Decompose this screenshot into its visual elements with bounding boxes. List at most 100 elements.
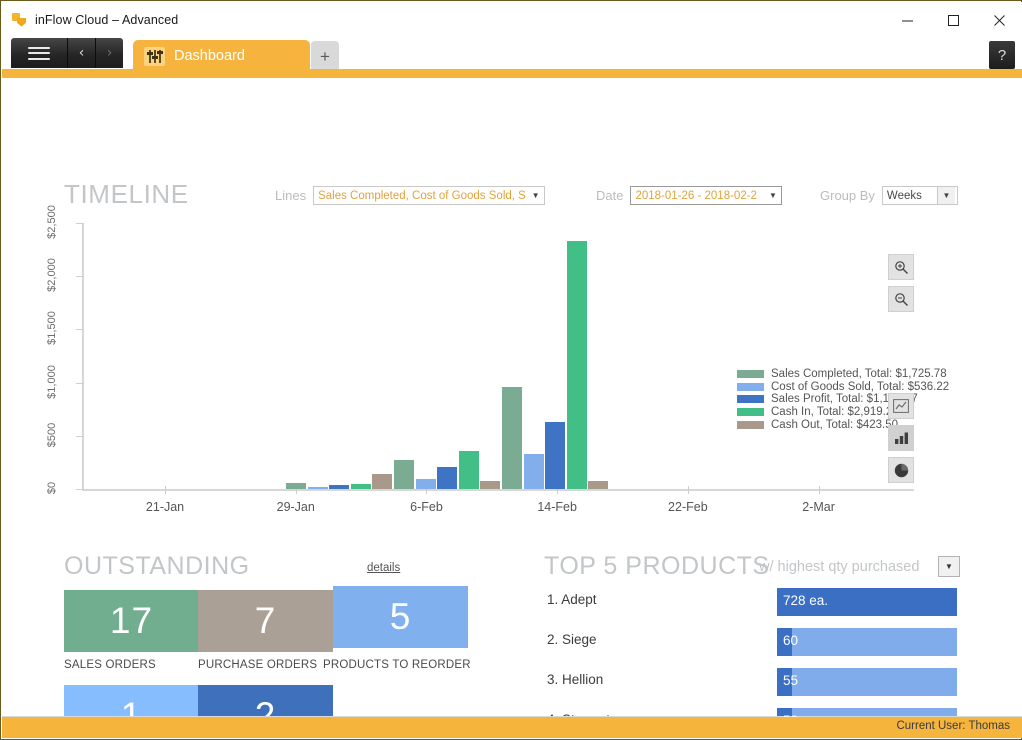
lines-label: Lines [275,188,307,203]
x-axis-label: 21-Jan [145,500,185,514]
chart-bar [458,451,479,489]
chart-bar [394,460,414,489]
outstanding-tile-label: PURCHASE ORDERS [198,659,318,671]
minimize-button[interactable] [884,3,930,37]
top-products-dropdown[interactable]: ▼ [938,556,960,577]
line-chart-button[interactable] [888,393,914,419]
lines-select-value: Sales Completed, Cost of Goods Sold, S [318,189,526,202]
main-menu-button[interactable] [11,38,68,68]
zoom-out-icon [894,292,908,306]
product-value: 728 ea. [783,593,829,608]
chart-bar [523,453,544,489]
legend-label: Sales Completed, Total: $1,725.78 [771,368,947,381]
group-by-select[interactable]: Weeks ▼ [881,186,958,205]
product-value: 55 [783,673,799,688]
chart-bar [480,481,500,489]
chart-bar [372,473,392,489]
timeline-chart: $0 $500 $1,000 $1,500 $2,000 $2,500 21-Jan 29-… [46,205,949,518]
legend-item: Cost of Goods Sold, Total: $536.22 [737,381,949,394]
timeline-heading: TIMELINE [64,179,189,209]
product-value: 60 [783,633,799,648]
close-button[interactable] [976,3,1022,37]
zoom-button-group [888,254,914,318]
chart-bar [502,387,522,489]
outstanding-tile-value: 5 [389,596,412,637]
hamburger-icon [28,46,50,60]
chart-bar [415,478,436,489]
accent-bar [2,69,1022,78]
bar-chart-button[interactable] [888,425,914,451]
chart-type-button-group [888,393,914,489]
chart-bar [588,480,608,489]
pie-chart-button[interactable] [888,457,914,483]
legend-item: Cash In, Total: $2,919.21 [737,406,949,419]
chart-legend: Sales Completed, Total: $1,725.78 Cost of… [737,368,949,431]
chart-plot-area [84,223,914,489]
chart-bar [286,483,306,489]
chevron-down-icon: ▼ [936,187,955,204]
x-axis-label: 22-Feb [668,500,708,514]
outstanding-tile[interactable]: 5 [333,586,468,648]
outstanding-tile-value: 7 [254,600,277,641]
x-axis-label: 6-Feb [410,500,443,514]
back-button[interactable]: ‹ [68,38,96,68]
lines-select[interactable]: Sales Completed, Cost of Goods Sold, S ▼ [313,186,546,205]
new-tab-button[interactable]: + [311,41,339,72]
date-label: Date [596,188,624,203]
chevron-left-icon: ‹ [78,45,85,61]
tab-strip: ‹ › Dashboard + ? [2,38,1022,72]
nav-button-group: ‹ › [11,38,123,68]
group-by-control: Group By Weeks ▼ [820,186,958,205]
x-axis [82,489,914,491]
zoom-in-button[interactable] [888,254,914,280]
zoom-in-icon [894,260,908,274]
outstanding-tile[interactable]: 2 [198,685,333,717]
sliders-icon [144,46,165,66]
product-bar-track: 728 ea. [777,588,957,616]
product-row[interactable]: 1. Adept 728 ea. [544,588,957,616]
chart-bar [545,422,565,489]
outstanding-tile-value: 17 [109,600,154,641]
line-chart-icon [893,399,909,413]
group-by-label: Group By [820,188,875,203]
date-select-value: 2018-01-26 - 2018-02-2 [635,189,757,202]
legend-item: Sales Profit, Total: $1,189.57 [737,393,949,406]
forward-button[interactable]: › [96,38,123,68]
question-mark-icon: ? [997,46,1007,64]
zoom-out-button[interactable] [888,286,914,312]
product-bar-track: 55 [777,668,957,696]
product-row[interactable]: 3. Hellion 55 [544,668,957,696]
outstanding-tile[interactable]: 17 [64,590,199,652]
x-axis-label: 29-Jan [276,500,315,514]
outstanding-tile[interactable]: 7 [198,590,333,652]
title-bar-left: inFlow Cloud – Advanced [12,2,178,38]
outstanding-tile[interactable]: 1 [64,685,199,717]
group-by-select-value: Weeks [886,189,922,202]
legend-swatch [737,408,764,417]
product-bar-track: 60 [777,628,957,656]
top-products-subheading: w/ highest qty purchased [759,559,920,575]
chevron-down-icon: ▼ [769,191,777,200]
x-axis-label: 2-Mar [802,500,835,514]
maximize-button[interactable] [930,3,976,37]
help-button[interactable]: ? [989,41,1015,69]
chart-bar [437,467,457,489]
legend-swatch [737,420,764,429]
product-name: 3. Hellion [547,672,604,687]
legend-swatch [737,395,764,404]
product-row[interactable]: 2. Siege 60 [544,628,957,656]
app-title: inFlow Cloud – Advanced [35,13,179,27]
outstanding-heading: OUTSTANDING [64,552,250,580]
date-select[interactable]: 2018-01-26 - 2018-02-2 ▼ [630,186,783,205]
status-bar: Current User: Thomas [2,716,1022,738]
details-link[interactable]: details [367,562,400,574]
title-bar: inFlow Cloud – Advanced [2,2,1022,38]
product-name: 1. Adept [547,592,597,607]
chart-bar [566,240,587,489]
tab-dashboard[interactable]: Dashboard [133,40,310,72]
product-value: 50 [783,713,798,717]
chart-bar [350,484,371,489]
app-logo-icon [12,12,27,28]
y-axis-label: $2,500 [46,205,58,239]
legend-label: Cash Out, Total: $423.50 [771,418,899,431]
